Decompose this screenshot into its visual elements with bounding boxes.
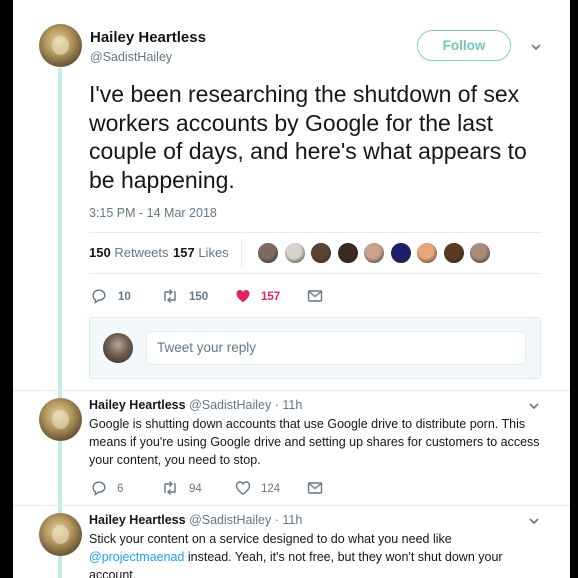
- retweet-count: 94: [189, 483, 202, 495]
- reply-count: 10: [118, 291, 131, 303]
- liker-avatar[interactable]: [283, 242, 306, 264]
- author-name[interactable]: Hailey Heartless: [90, 29, 206, 46]
- liker-avatar[interactable]: [469, 242, 491, 264]
- reply-icon: [92, 481, 106, 496]
- heart-outline-icon: [235, 481, 251, 496]
- liker-avatar[interactable]: [310, 242, 332, 264]
- tweet-text: I've been researching the shutdown of se…: [89, 81, 527, 193]
- reply-author-avatar[interactable]: [39, 513, 82, 556]
- like-action[interactable]: 157: [235, 288, 295, 306]
- likes-stat[interactable]: 157 Likes: [173, 245, 229, 260]
- reply-text: Google is shutting down accounts that us…: [89, 417, 540, 467]
- reply-author-name[interactable]: Hailey Heartless: [89, 398, 186, 412]
- mention-link[interactable]: @projectmaenad: [89, 550, 184, 564]
- likes-count: 157: [173, 245, 195, 260]
- reply-action[interactable]: 10: [91, 288, 141, 306]
- retweet-count: 150: [189, 291, 209, 303]
- tweet-timestamp[interactable]: 3:15 PM - 14 Mar 2018: [89, 206, 217, 220]
- reply-author-avatar[interactable]: [39, 398, 82, 441]
- direct-message-icon[interactable]: [307, 481, 323, 495]
- heart-filled-icon: [236, 290, 250, 303]
- thread-line: [58, 68, 62, 578]
- liker-avatar[interactable]: [389, 242, 412, 264]
- page: Hailey Heartless @SadistHailey Follow I'…: [0, 0, 578, 578]
- reply-action[interactable]: 6: [91, 480, 141, 498]
- chevron-down-icon[interactable]: [527, 514, 541, 528]
- retweet-action[interactable]: 94: [161, 480, 221, 498]
- likes-label: Likes: [198, 245, 229, 260]
- reply-author-handle[interactable]: @SadistHailey: [189, 398, 271, 412]
- reply-time[interactable]: 11h: [282, 398, 302, 412]
- liker-avatar[interactable]: [363, 242, 385, 264]
- reply-author-handle[interactable]: @SadistHailey: [189, 513, 271, 527]
- reply-composer: Tweet your reply: [89, 317, 541, 379]
- liker-avatar[interactable]: [257, 242, 279, 264]
- liker-avatar[interactable]: [416, 242, 438, 264]
- tweet-card: Hailey Heartless @SadistHailey Follow I'…: [13, 0, 570, 578]
- follow-button[interactable]: Follow: [417, 30, 511, 61]
- chevron-down-icon[interactable]: [527, 399, 541, 413]
- reply-header: Hailey Heartless @SadistHailey · 11h: [89, 513, 303, 527]
- reply-text: Stick your content on a service designed…: [89, 530, 544, 578]
- divider: [13, 390, 570, 391]
- direct-message-icon[interactable]: [307, 289, 323, 303]
- liker-avatar[interactable]: [336, 242, 359, 264]
- reply-time[interactable]: 11h: [282, 513, 302, 527]
- retweets-label: Retweets: [114, 245, 169, 260]
- reply-input[interactable]: Tweet your reply: [146, 331, 526, 365]
- tweet-stats: 150 Retweets 157 Likes: [89, 232, 541, 274]
- like-count: 157: [261, 291, 281, 303]
- retweet-icon: [164, 289, 176, 303]
- reply-author-name[interactable]: Hailey Heartless: [89, 513, 186, 527]
- like-action[interactable]: 124: [235, 480, 295, 498]
- stats-divider: [241, 239, 242, 269]
- author-handle[interactable]: @SadistHailey: [90, 50, 172, 64]
- retweets-stat[interactable]: 150 Retweets: [89, 245, 169, 260]
- retweets-count: 150: [89, 245, 111, 260]
- author-avatar[interactable]: [39, 24, 82, 67]
- retweet-icon: [164, 481, 176, 495]
- divider: [13, 505, 570, 506]
- like-count: 124: [261, 483, 281, 495]
- reply-count: 6: [117, 483, 124, 495]
- chevron-down-icon[interactable]: [529, 40, 543, 54]
- retweet-action[interactable]: 150: [161, 288, 221, 306]
- reply-icon: [92, 289, 106, 304]
- reply-header: Hailey Heartless @SadistHailey · 11h: [89, 398, 303, 412]
- liker-avatar[interactable]: [442, 242, 465, 264]
- current-user-avatar: [103, 333, 133, 363]
- reply-text-before: Stick your content on a service designed…: [89, 532, 452, 546]
